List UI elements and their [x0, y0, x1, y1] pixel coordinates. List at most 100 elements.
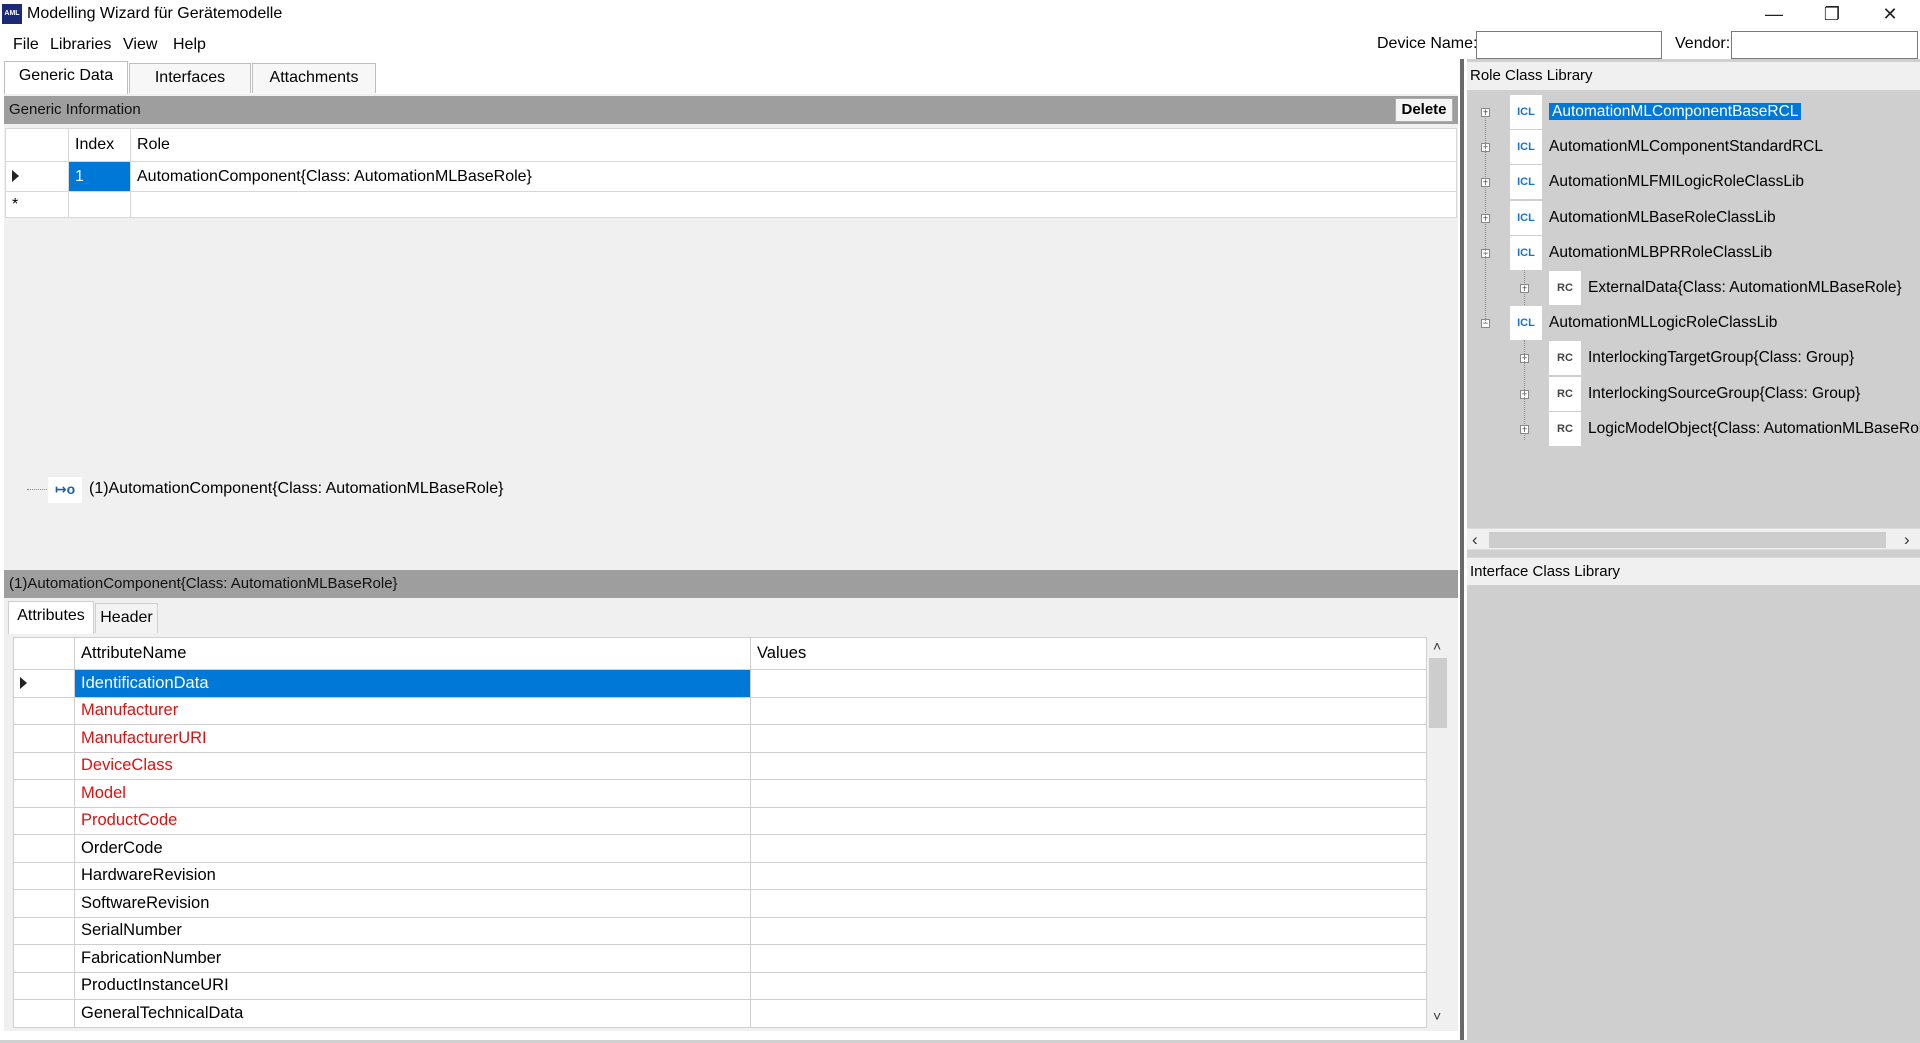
row-selector[interactable] — [13, 806, 75, 835]
minimize-button[interactable]: — — [1745, 0, 1803, 29]
splitter[interactable] — [1460, 59, 1464, 1043]
tree-item-label: AutomationMLComponentBaseRCL — [1549, 103, 1802, 120]
tab-interfaces[interactable]: Interfaces — [129, 63, 251, 93]
maximize-button[interactable]: ❐ — [1803, 0, 1861, 29]
new-role-cell[interactable] — [130, 191, 1457, 218]
role-tree-item[interactable]: (1)AutomationComponent{Class: Automation… — [89, 480, 503, 498]
menu-help[interactable]: Help — [173, 36, 206, 54]
table-row[interactable]: DeviceClass — [13, 751, 1427, 780]
column-header-role[interactable]: Role — [130, 128, 1457, 162]
role-class-tree-item[interactable]: AutomationMLComponentBaseRCL — [1549, 97, 1802, 127]
table-row[interactable]: GeneralTechnicalData — [13, 999, 1427, 1028]
table-row[interactable]: OrderCode — [13, 834, 1427, 863]
attribute-name-cell[interactable]: ProductInstanceURI — [74, 971, 751, 1000]
attribute-value-cell[interactable] — [750, 696, 1427, 725]
row-selector[interactable] — [13, 971, 75, 1000]
index-cell[interactable]: 1 — [68, 161, 131, 192]
attribute-name-cell[interactable]: Manufacturer — [74, 696, 751, 725]
table-row[interactable]: 1 AutomationComponent{Class: AutomationM… — [5, 161, 1457, 192]
menu-file[interactable]: File — [13, 36, 39, 54]
scroll-up-icon[interactable]: ˄ — [1433, 638, 1441, 654]
new-row[interactable]: * — [5, 191, 1457, 218]
attribute-name-cell[interactable]: SoftwareRevision — [74, 889, 751, 918]
role-class-tree-item[interactable]: AutomationMLBaseRoleClassLib — [1549, 203, 1776, 233]
role-class-tree-item[interactable]: AutomationMLBPRRoleClassLib — [1549, 238, 1772, 268]
attribute-value-cell[interactable] — [750, 724, 1427, 753]
row-selector[interactable] — [13, 889, 75, 918]
table-row[interactable]: SerialNumber — [13, 916, 1427, 945]
attribute-value-cell[interactable] — [750, 916, 1427, 945]
row-selector[interactable] — [13, 861, 75, 890]
role-cell[interactable]: AutomationComponent{Class: AutomationMLB… — [130, 161, 1457, 192]
attribute-value-cell[interactable] — [750, 834, 1427, 863]
column-header-values[interactable]: Values — [750, 637, 1427, 670]
tab-generic-data[interactable]: Generic Data — [4, 61, 128, 95]
vendor-input[interactable] — [1731, 31, 1918, 59]
attribute-name-cell[interactable]: ManufacturerURI — [74, 724, 751, 753]
table-row[interactable]: ProductCode — [13, 806, 1427, 835]
attribute-value-cell[interactable] — [750, 779, 1427, 808]
column-header-attribute-name[interactable]: AttributeName — [74, 637, 751, 670]
scroll-down-icon[interactable]: ˅ — [1433, 1008, 1441, 1024]
role-class-tree-item[interactable]: InterlockingSourceGroup{Class: Group} — [1588, 379, 1860, 409]
attribute-value-cell[interactable] — [750, 669, 1427, 698]
attribute-name-cell[interactable]: HardwareRevision — [74, 861, 751, 890]
menu-view[interactable]: View — [123, 36, 157, 54]
delete-button[interactable]: Delete — [1395, 98, 1453, 122]
attribute-value-cell[interactable] — [750, 889, 1427, 918]
scroll-left-icon[interactable]: ‹ — [1472, 530, 1478, 550]
attribute-name-cell[interactable]: ProductCode — [74, 806, 751, 835]
attributes-scroll-thumb[interactable] — [1429, 658, 1447, 728]
attribute-name-cell[interactable]: FabricationNumber — [74, 944, 751, 973]
row-selector[interactable] — [13, 834, 75, 863]
scroll-right-icon[interactable]: › — [1904, 530, 1910, 550]
close-button[interactable]: ✕ — [1861, 0, 1919, 29]
row-selector[interactable] — [13, 944, 75, 973]
row-selector[interactable] — [5, 161, 69, 192]
role-class-tree-item[interactable]: AutomationMLFMILogicRoleClassLib — [1549, 167, 1804, 197]
row-selector[interactable] — [13, 999, 75, 1028]
attribute-name-cell[interactable]: Model — [74, 779, 751, 808]
row-selector[interactable] — [13, 724, 75, 753]
role-class-tree-item[interactable]: AutomationMLComponentStandardRCL — [1549, 132, 1823, 162]
new-index-cell[interactable] — [68, 191, 131, 218]
attribute-value-cell[interactable] — [750, 861, 1427, 890]
table-row[interactable]: ManufacturerURI — [13, 724, 1427, 753]
role-tree-scroll-thumb[interactable] — [1489, 532, 1886, 548]
table-row[interactable]: ProductInstanceURI — [13, 971, 1427, 1000]
table-row[interactable]: Model — [13, 779, 1427, 808]
attribute-name-cell[interactable]: SerialNumber — [74, 916, 751, 945]
table-row[interactable]: FabricationNumber — [13, 944, 1427, 973]
role-tree-horizontal-scrollbar[interactable]: ‹ › — [1467, 528, 1920, 550]
attribute-value-cell[interactable] — [750, 751, 1427, 780]
row-selector[interactable] — [13, 669, 75, 698]
tab-attributes[interactable]: Attributes — [8, 601, 94, 634]
row-selector[interactable] — [13, 916, 75, 945]
attribute-value-cell[interactable] — [750, 971, 1427, 1000]
row-selector[interactable] — [13, 696, 75, 725]
tab-header[interactable]: Header — [95, 603, 158, 633]
row-selector[interactable] — [13, 779, 75, 808]
attribute-value-cell[interactable] — [750, 999, 1427, 1028]
attribute-name-cell[interactable]: DeviceClass — [74, 751, 751, 780]
device-name-input[interactable] — [1476, 31, 1662, 59]
role-class-tree-item[interactable]: ExternalData{Class: AutomationMLBaseRole… — [1588, 273, 1902, 303]
tree-guide-line — [1485, 113, 1486, 323]
role-class-tree-item[interactable]: InterlockingTargetGroup{Class: Group} — [1588, 343, 1854, 373]
generic-information-header: Generic Information — [4, 96, 1458, 124]
table-row[interactable]: SoftwareRevision — [13, 889, 1427, 918]
attribute-value-cell[interactable] — [750, 944, 1427, 973]
attribute-value-cell[interactable] — [750, 806, 1427, 835]
table-row[interactable]: Manufacturer — [13, 696, 1427, 725]
row-selector[interactable] — [13, 751, 75, 780]
menu-libraries[interactable]: Libraries — [50, 36, 111, 54]
tab-attachments[interactable]: Attachments — [252, 63, 376, 93]
attribute-name-cell[interactable]: GeneralTechnicalData — [74, 999, 751, 1028]
attribute-name-cell[interactable]: OrderCode — [74, 834, 751, 863]
attribute-name-cell[interactable]: IdentificationData — [74, 669, 751, 698]
column-header-index[interactable]: Index — [68, 128, 131, 162]
role-class-tree-item[interactable]: LogicModelObject{Class: AutomationMLBase… — [1588, 414, 1920, 444]
table-row[interactable]: HardwareRevision — [13, 861, 1427, 890]
table-row[interactable]: IdentificationData — [13, 669, 1427, 698]
role-class-tree-item[interactable]: AutomationMLLogicRoleClassLib — [1549, 308, 1777, 338]
